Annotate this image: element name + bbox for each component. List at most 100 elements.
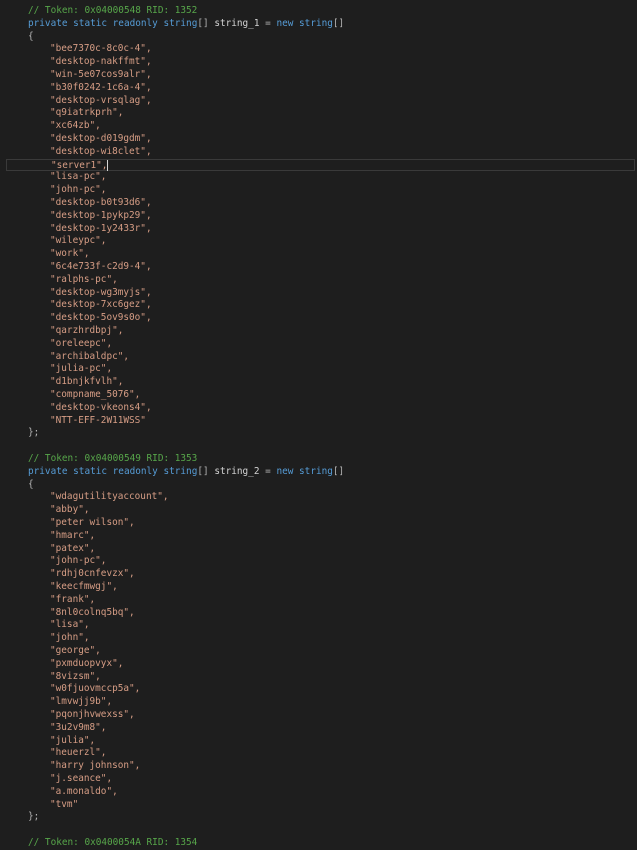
field-name: string_2 <box>214 465 260 477</box>
string-literal: "w0fjuovmccp5a", <box>50 683 141 695</box>
string-literal: "win-5e07cos9alr", <box>50 69 152 80</box>
string-literal: "desktop-vrsqlag", <box>50 94 152 106</box>
new-array-brackets: [] <box>332 17 345 29</box>
string-literal: "work", <box>50 248 90 260</box>
equals-sign: = <box>265 465 271 477</box>
string-literal: "rdhj0cnfevzx", <box>50 568 135 580</box>
token-comment: // Token: 0x0400054A RID: 1354 <box>28 837 198 848</box>
equals-sign: = <box>265 17 271 29</box>
array-value-line: "3u2v9m8", <box>0 722 637 735</box>
array-value-line: "d1bnjkfvlh", <box>0 376 637 389</box>
string-literal: "john", <box>50 632 90 644</box>
string-literal: "tvm" <box>50 798 79 810</box>
array-value-line: "pxmduopvyx", <box>0 658 637 671</box>
string-literal: "lmvwjj9b", <box>50 696 113 708</box>
token-comment-line: // Token: 0x04000548 RID: 1352 <box>0 5 637 18</box>
array-value-line: "desktop-wg3myjs", <box>0 287 637 300</box>
string-literal: "ralphs-pc", <box>50 273 118 285</box>
string-literal: "desktop-1pykp29", <box>50 209 152 221</box>
array-value-line: "desktop-7xc6gez", <box>0 299 637 312</box>
string-literal: "pqonjhvwexss", <box>50 709 135 720</box>
array-value-line: "heuerzl", <box>0 747 637 760</box>
array-value-line: "peter wilson", <box>0 517 637 530</box>
field-name: string_1 <box>214 17 260 29</box>
array-value-line: "w0fjuovmccp5a", <box>0 683 637 696</box>
array-value-line[interactable]: "server1", <box>6 158 635 172</box>
array-value-line: "desktop-d019gdm", <box>0 133 637 146</box>
string-literal: "desktop-b0t93d6", <box>50 197 152 208</box>
array-value-line: "q9iatrkprh", <box>0 107 637 120</box>
new-type-keyword: string <box>299 465 333 477</box>
array-value-line: "ralphs-pc", <box>0 274 637 287</box>
string-literal: "desktop-1y2433r", <box>50 222 152 234</box>
string-literal: "john-pc", <box>50 555 107 567</box>
array-value-line: "desktop-b0t93d6", <box>0 197 637 210</box>
string-literal: "8nl0colnq5bq", <box>50 606 135 618</box>
array-value-line: "hmarc", <box>0 530 637 543</box>
array-value-line: "8vizsm", <box>0 671 637 684</box>
string-literal: "pxmduopvyx", <box>50 657 124 669</box>
array-value-line: "compname_5076", <box>0 389 637 402</box>
string-literal: "archibaldpc", <box>50 350 130 362</box>
string-literal: "wdagutilityaccount", <box>50 491 169 503</box>
new-array-brackets: [] <box>332 465 345 477</box>
open-brace: { <box>28 478 34 490</box>
new-keyword: new <box>276 17 294 29</box>
array-value-line: "wdagutilityaccount", <box>0 491 637 504</box>
array-value-line: "lisa-pc", <box>0 171 637 184</box>
array-value-line: "b30f0242-1c6a-4", <box>0 82 637 95</box>
string-literal: "heuerzl", <box>50 747 107 759</box>
string-literal: "desktop-wg3myjs", <box>50 286 152 298</box>
array-value-line: "harry johnson", <box>0 760 637 773</box>
array-value-line: "desktop-1y2433r", <box>0 223 637 236</box>
array-value-line: "a.monaldo", <box>0 786 637 799</box>
string-literal: "xc64zb", <box>50 120 101 132</box>
code-editor[interactable]: // Token: 0x04000548 RID: 1352 private st… <box>0 0 637 848</box>
string-literal: "frank", <box>50 593 96 605</box>
string-literal: "a.monaldo", <box>50 785 118 797</box>
type-keyword: string <box>163 17 198 29</box>
string-literal: "wileypc", <box>50 235 107 247</box>
string-literal: "q9iatrkprh", <box>50 107 124 119</box>
array-value-line: "julia", <box>0 735 637 748</box>
array-brackets: [] <box>197 465 209 477</box>
declaration-line: private static readonly string[] string_… <box>0 466 637 479</box>
string-literal: "lisa", <box>50 619 90 631</box>
token-comment-line: // Token: 0x04000549 RID: 1353 <box>0 453 637 466</box>
string-literal: "hmarc", <box>50 529 96 541</box>
modifiers-keyword: private static readonly <box>28 17 158 29</box>
string-literal: "julia-pc", <box>50 363 113 375</box>
string-literal: "NTT-EFF-2W11WSS" <box>50 414 146 426</box>
close-brace: }; <box>28 427 40 439</box>
array-value-line: "patex", <box>0 543 637 556</box>
string-literal: "server1", <box>51 159 108 171</box>
array-value-line: "john", <box>0 632 637 645</box>
string-literal: "b30f0242-1c6a-4", <box>50 81 152 93</box>
array-value-line: "rdhj0cnfevzx", <box>0 568 637 581</box>
string-literal: "d1bnjkfvlh", <box>50 376 124 388</box>
string-literal: "lisa-pc", <box>50 171 107 183</box>
token-comment-line: // Token: 0x0400054A RID: 1354 <box>0 837 637 850</box>
string-literal: "3u2v9m8", <box>50 721 107 733</box>
string-literal: "keecfmwgj", <box>50 581 118 592</box>
string-literal: "compname_5076", <box>50 389 141 400</box>
string-literal: "george", <box>50 645 101 656</box>
string-literal: "j.seance", <box>50 773 113 784</box>
array-value-line: "keecfmwgj", <box>0 581 637 594</box>
declaration-line: private static readonly string[] string_… <box>0 18 637 31</box>
string-literal: "desktop-d019gdm", <box>50 133 152 144</box>
string-literal: "peter wilson", <box>50 517 135 528</box>
array-value-line: "NTT-EFF-2W11WSS" <box>0 415 637 428</box>
string-literal: "desktop-wi8clet", <box>50 145 152 157</box>
array-value-line: "bee7370c-8c0c-4", <box>0 43 637 56</box>
array-value-line: "archibaldpc", <box>0 351 637 364</box>
array-value-line: "desktop-wi8clet", <box>0 146 637 159</box>
array-value-line: "wileypc", <box>0 235 637 248</box>
close-brace: }; <box>28 811 40 823</box>
open-brace-line: { <box>0 479 637 492</box>
array-value-line: "george", <box>0 645 637 658</box>
array-value-line: "8nl0colnq5bq", <box>0 607 637 620</box>
token-comment: // Token: 0x04000548 RID: 1352 <box>28 5 198 16</box>
array-value-line: "oreleepc", <box>0 338 637 351</box>
array-brackets: [] <box>197 17 209 29</box>
